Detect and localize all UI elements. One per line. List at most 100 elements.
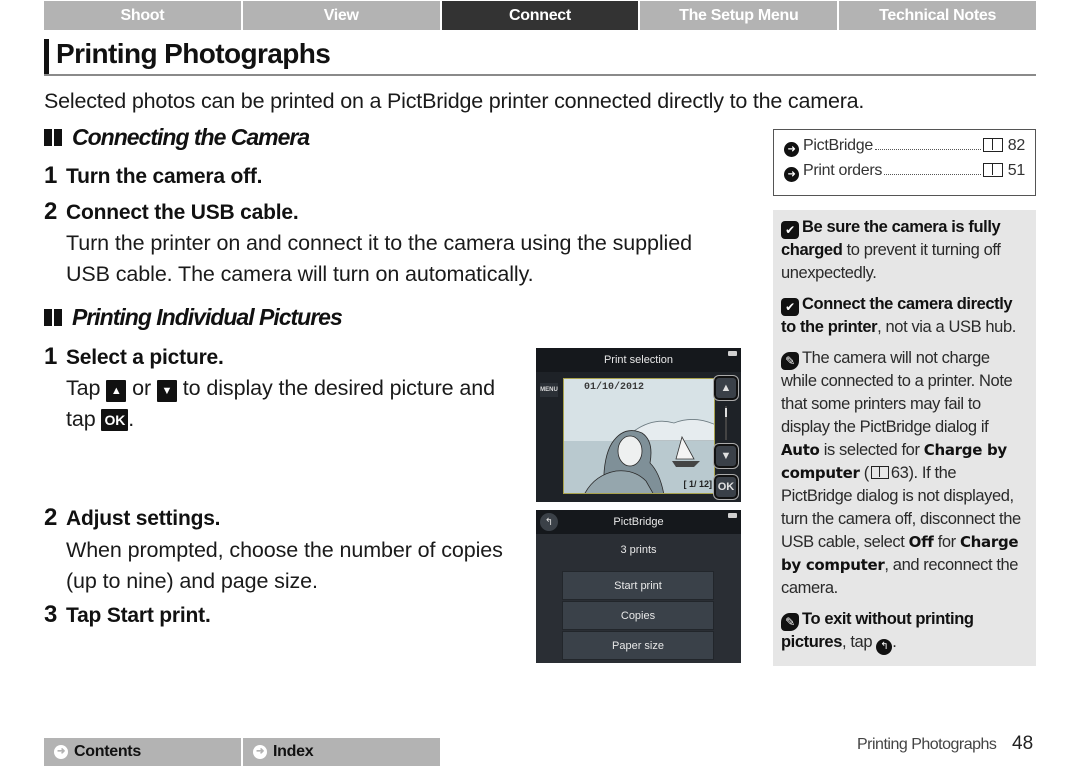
xref-label: Print orders (803, 162, 883, 179)
contents-label: Contents (74, 743, 141, 760)
leader-dots (884, 174, 981, 175)
footer-section-label: Printing Photographs (857, 736, 997, 753)
step-number: 2 (44, 198, 58, 225)
step-heading: Turn the camera off. (66, 165, 263, 188)
note-text: ( (859, 464, 870, 482)
xref-label: PictBridge (803, 137, 873, 154)
scroll-down-button[interactable]: ▼ (713, 443, 739, 469)
photo-illustration (564, 379, 714, 493)
body-text: . (128, 407, 135, 431)
step-heading: Tap Start print. (66, 604, 211, 628)
page-title: Printing Photographs (56, 38, 331, 69)
index-label: Index (273, 743, 314, 760)
body-text: or (132, 376, 152, 400)
xref-print-orders[interactable]: ➜ Print orders 51 (784, 161, 1025, 186)
tab-technical-notes[interactable]: Technical Notes (839, 1, 1036, 30)
note-charge: ✔ Be sure the camera is fully charged to … (781, 216, 1028, 285)
menu-button[interactable]: MENU (540, 383, 558, 397)
step-heading: Connect the USB cable. (66, 201, 299, 224)
screen-title: Print selection (536, 348, 741, 372)
step-body-select-picture: Tap ▲ or ▼ to display the desired pictur… (66, 373, 526, 435)
note-text: , tap (842, 633, 873, 651)
note-direct-connect: ✔ Connect the camera directly to the prin… (781, 293, 1028, 339)
section-heading-text: Printing Individual Pictures (72, 304, 343, 330)
tab-shoot[interactable]: Shoot (44, 1, 241, 30)
step-tap-start-print: 3 Tap Start print. (44, 601, 211, 629)
body-text: Tap (66, 376, 101, 400)
step-select-picture: 1 Select a picture. (44, 343, 224, 371)
note-text: for (933, 533, 960, 551)
leader-dots (874, 149, 981, 150)
page-ref[interactable]: 63 (891, 464, 909, 482)
paperclip-note-icon: ✎ (781, 352, 799, 370)
photo-preview: 01/10/2012 [ 1/ 12] (563, 378, 715, 494)
step-heading-prefix: Tap (66, 604, 102, 627)
step-body-connect-usb: Turn the printer on and connect it to th… (66, 231, 692, 286)
tab-connect[interactable]: Connect (441, 1, 639, 30)
cross-reference-box: ➜ PictBridge 82 ➜ Print orders 51 (773, 129, 1036, 196)
screen-title: PictBridge (536, 510, 741, 534)
scrollbar-thumb[interactable] (725, 408, 727, 417)
tab-setup-menu[interactable]: The Setup Menu (640, 1, 838, 30)
step-adjust-settings: 2 Adjust settings. (44, 504, 221, 532)
xref-page: 51 (1007, 162, 1026, 179)
note-bold: Auto (781, 441, 820, 459)
arrow-right-icon: ➜ (54, 745, 68, 759)
scroll-up-button[interactable]: ▲ (713, 375, 739, 401)
step-turn-off: 1 Turn the camera off. (44, 162, 263, 190)
title-block: Printing Photographs (44, 38, 1036, 76)
book-icon (982, 163, 1003, 177)
note-text: . (892, 633, 897, 651)
section-marker-icon (44, 309, 64, 326)
arrow-right-icon: ➜ (784, 167, 799, 182)
index-link[interactable]: ➜ Index (243, 738, 440, 766)
page-number: 48 (1012, 733, 1034, 754)
top-nav: Shoot View Connect The Setup Menu Techni… (44, 1, 1036, 30)
down-arrow-icon: ▼ (156, 380, 177, 402)
section-heading-text: Connecting the Camera (72, 124, 310, 150)
step-number: 2 (44, 504, 58, 531)
xref-page: 82 (1007, 137, 1026, 154)
copies-option[interactable]: Copies (562, 601, 714, 630)
note-exit: ✎ To exit without printing pictures, tap … (781, 608, 1028, 655)
note-text: The camera will not charge while connect… (781, 349, 1013, 436)
section-heading-printing-individual: Printing Individual Pictures (44, 304, 343, 331)
photo-date: 01/10/2012 (584, 382, 645, 393)
paperclip-note-icon: ✎ (781, 613, 799, 631)
notes-panel: ✔ Be sure the camera is fully charged to … (773, 210, 1036, 666)
ok-button[interactable]: OK (713, 474, 739, 500)
prints-count: 3 prints (620, 544, 657, 556)
step-heading: Adjust settings. (66, 507, 221, 530)
ok-icon: OK (101, 409, 129, 431)
note-charging: ✎ The camera will not charge while connec… (781, 347, 1028, 600)
back-icon: ↰ (876, 639, 893, 655)
footer-nav: ➜ Contents ➜ Index (44, 738, 440, 766)
step-number: 1 (44, 162, 58, 189)
up-arrow-icon: ▲ (106, 380, 127, 402)
camera-screen-print-selection: Print selection MENU 01/10/2012 [ 1/ 12]… (536, 348, 741, 502)
battery-icon (728, 351, 737, 356)
arrow-right-icon: ➜ (253, 745, 267, 759)
step-heading-bold: Start print. (106, 604, 211, 627)
contents-link[interactable]: ➜ Contents (44, 738, 241, 766)
camera-screen-pictbridge: PictBridge ↰ 3 prints Start print Copies… (536, 510, 741, 663)
paper-size-option[interactable]: Paper size (562, 631, 714, 660)
step-number: 1 (44, 343, 58, 370)
arrow-right-icon: ➜ (784, 142, 799, 157)
book-icon (982, 138, 1003, 152)
note-bold: Off (908, 533, 934, 551)
title-accent-bar (44, 39, 49, 74)
start-print-option[interactable]: Start print (562, 571, 714, 600)
step-connect-usb: 2 Connect the USB cable. (44, 198, 299, 226)
step-number: 3 (44, 601, 58, 628)
tab-view[interactable]: View (242, 1, 440, 30)
step-body-adjust-settings: When prompted, choose the number of copi… (66, 538, 503, 593)
book-icon (870, 466, 889, 479)
note-text: , not via a USB hub. (877, 318, 1016, 336)
step-heading: Select a picture. (66, 346, 224, 369)
battery-icon (728, 513, 737, 518)
section-heading-connecting: Connecting the Camera (44, 124, 310, 151)
photo-counter: [ 1/ 12] (683, 479, 712, 489)
xref-pictbridge[interactable]: ➜ PictBridge 82 (784, 136, 1025, 161)
back-button[interactable]: ↰ (540, 513, 558, 531)
